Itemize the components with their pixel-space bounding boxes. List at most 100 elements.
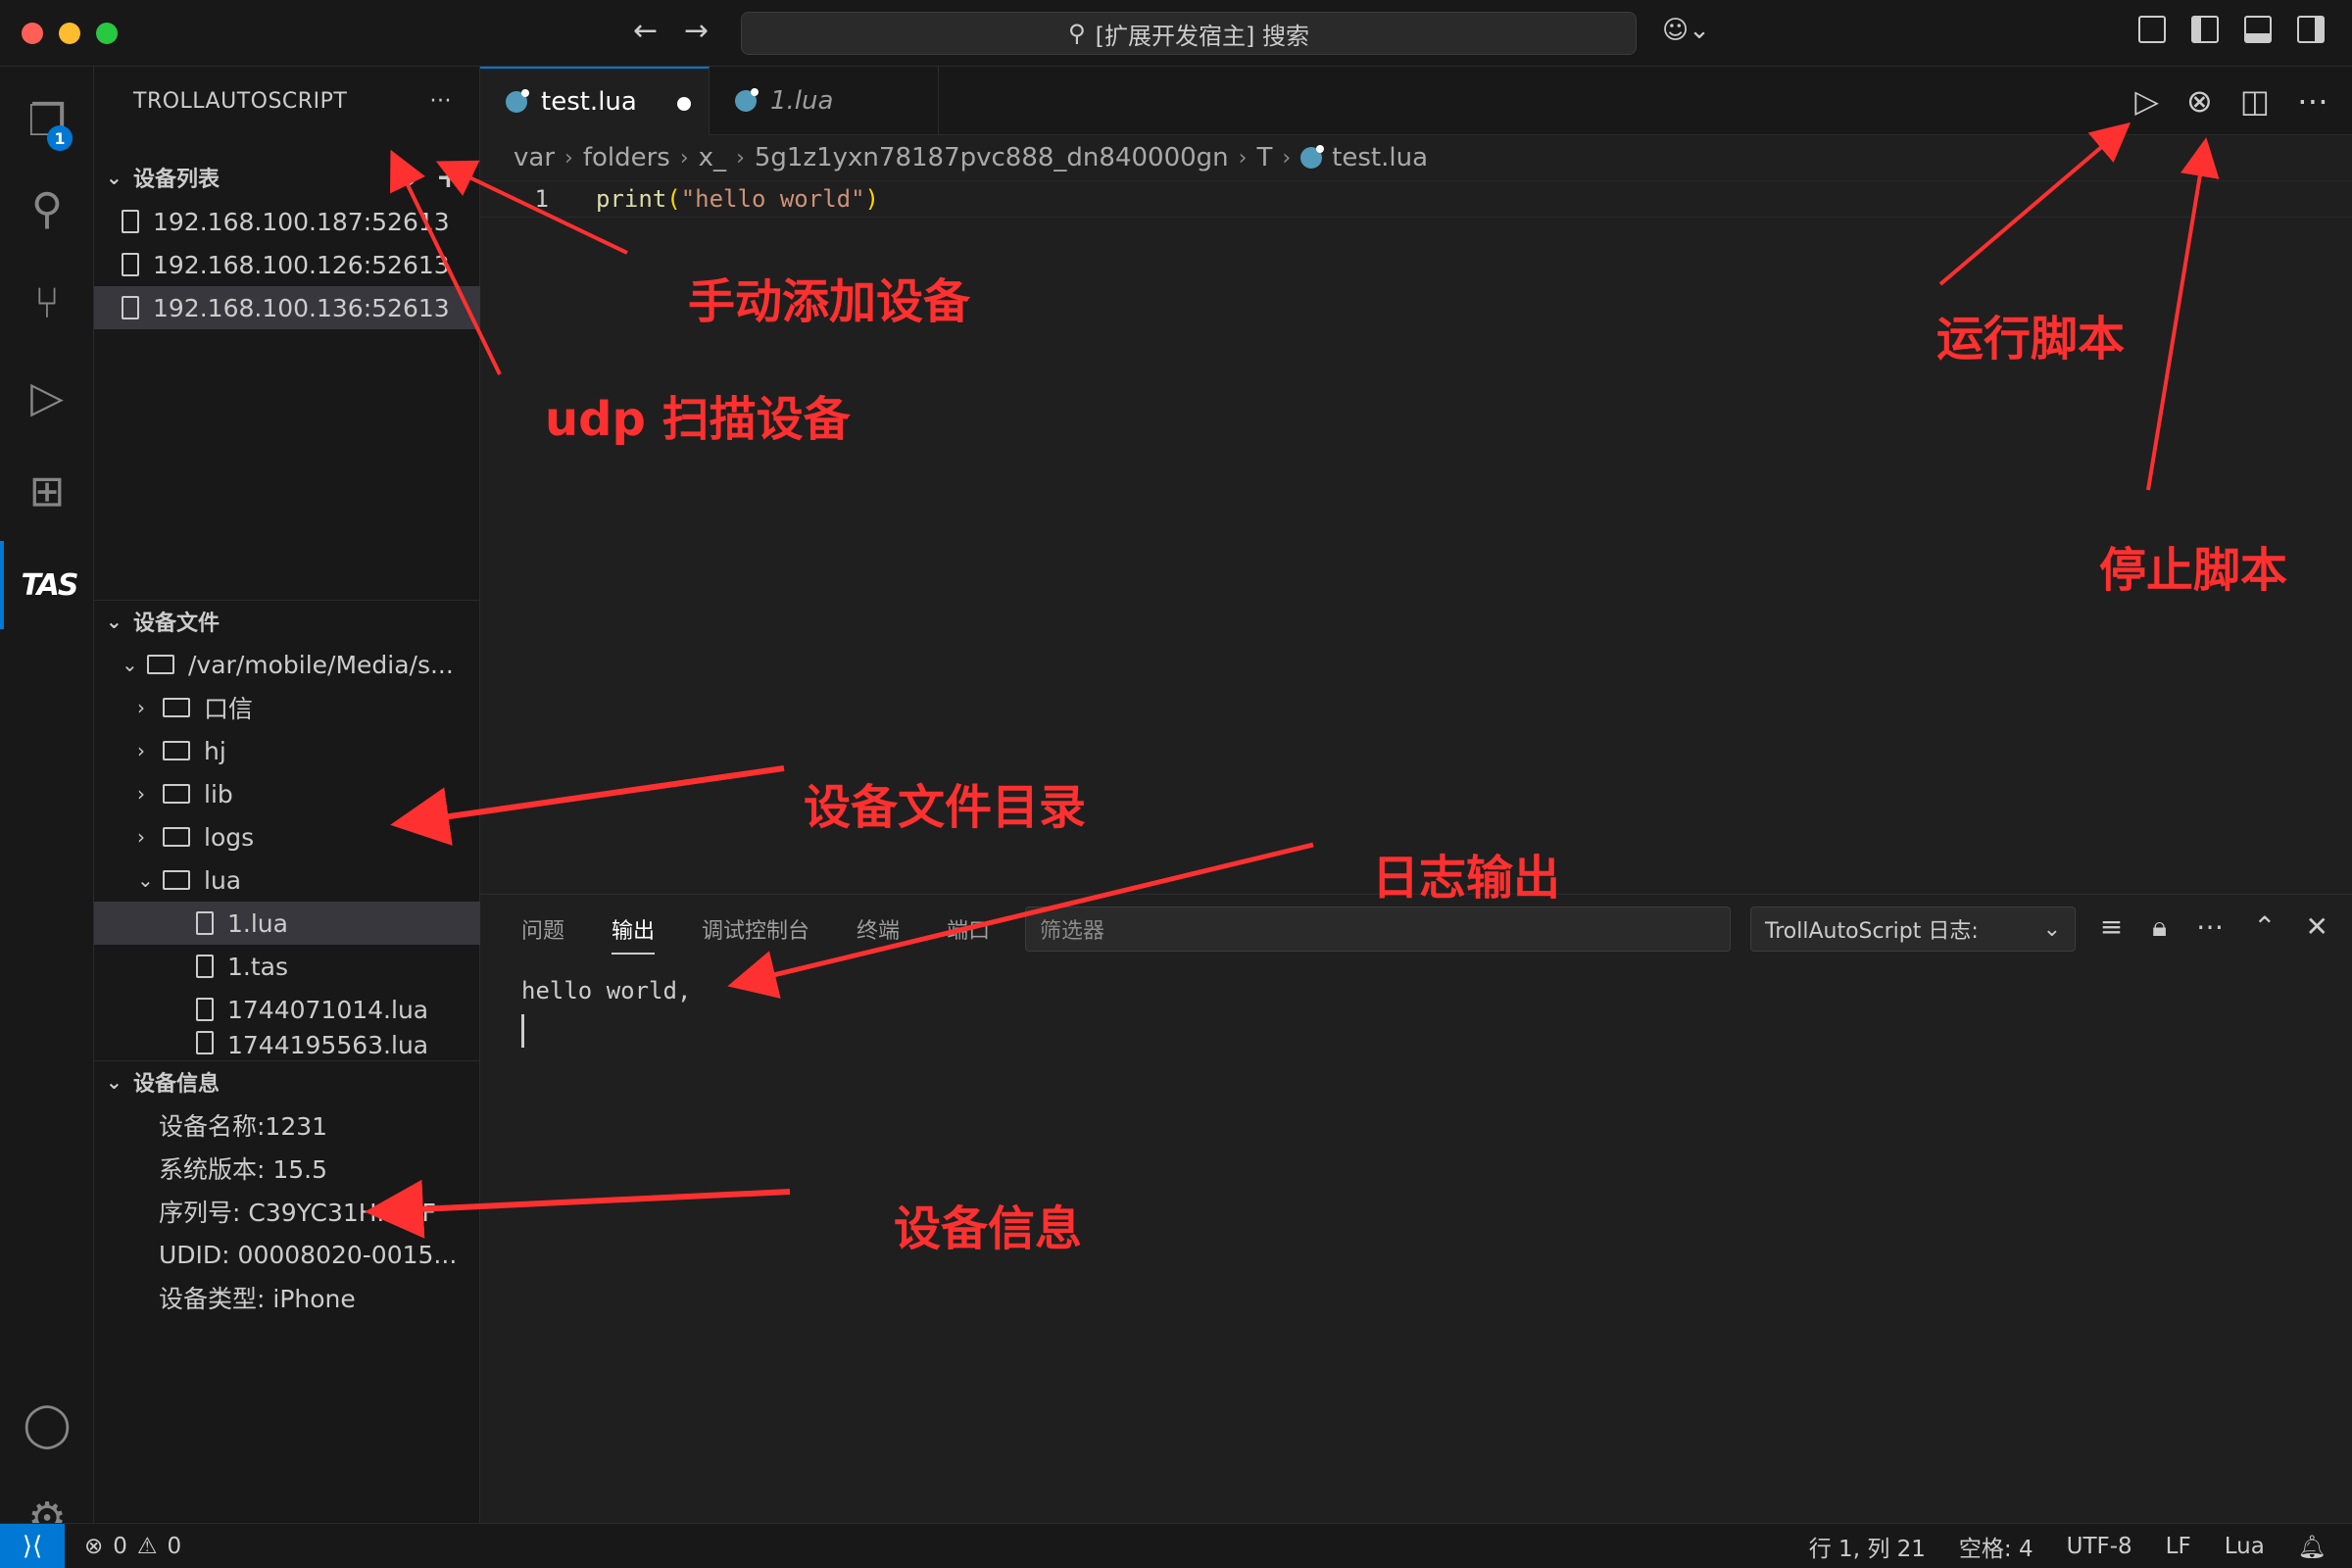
sidebar-more-icon[interactable]: ··· [430,89,452,114]
command-center-search[interactable]: ⚲ [扩展开发宿主] 搜索 [741,12,1637,55]
folder-label: lua [204,865,242,895]
device-files-header[interactable]: ⌄ 设备文件 [94,600,480,641]
code-function: print [596,185,667,213]
file-row[interactable]: 1.tas [94,945,480,988]
output-filter-input[interactable]: 筛选器 [1025,906,1731,952]
folder-row[interactable]: › hj [94,729,480,772]
tab-ports[interactable]: 端口 [947,913,990,945]
folder-icon [147,655,174,674]
chevron-right-icon: › [1282,145,1292,171]
tab-terminal[interactable]: 终端 [857,913,900,945]
tab-test-lua[interactable]: test.lua [480,67,710,135]
folder-row[interactable]: ⌄ lua [94,858,480,902]
output-channel-select[interactable]: TrollAutoScript 日志: ⌄ [1750,906,2076,952]
maximize-window-button[interactable] [96,23,118,44]
error-count: 0 [113,1533,127,1559]
command-center-label: [扩展开发宿主] 搜索 [1095,22,1309,50]
breadcrumb-item[interactable]: x_ [699,143,726,172]
info-row: 设备名称:1231 [94,1103,480,1147]
clear-output-icon[interactable]: ≡ [2100,910,2123,944]
code-paren: ) [864,185,879,213]
breadcrumb-item[interactable]: T [1256,143,1272,172]
file-row[interactable]: 1744071014.lua [94,988,480,1031]
remote-indicator-icon[interactable]: ⟩⟨ [0,1523,65,1568]
source-control-icon[interactable]: ⑂ [0,259,94,347]
forward-arrow-icon[interactable]: → [684,14,709,48]
minimize-window-button[interactable] [59,23,80,44]
annotation-device-info: 设备信息 [894,1201,1083,1256]
chevron-down-icon: ⌄ [122,653,138,676]
notifications-bell-icon[interactable]: 🔔︎ [2298,1534,2327,1560]
copilot-icon[interactable]: ☺⌄ [1662,16,1710,45]
end-of-line[interactable]: LF [2166,1534,2191,1559]
output-text: hello world, [521,977,692,1004]
info-label: 系统版本: 15.5 [159,1155,328,1184]
tab-label: test.lua [541,87,637,117]
code-paren: ( [666,185,681,213]
device-item[interactable]: 192.168.100.126:52613 [94,243,480,286]
tab-debug-console[interactable]: 调试控制台 [702,913,809,945]
file-row[interactable]: 1744195563.lua [94,1031,480,1060]
breadcrumb-item[interactable]: test.lua [1332,143,1428,172]
accounts-icon[interactable]: ◯ [0,1380,94,1468]
customize-layout-icon[interactable] [2138,16,2166,43]
problems-status[interactable]: ⊗ 0 ⚠ 0 [84,1534,181,1559]
device-list-header[interactable]: ⌄ 设备列表 ↻ + [94,157,480,198]
code-line[interactable]: 1 print("hello world") [480,180,2352,218]
close-panel-icon[interactable]: ✕ [2306,910,2328,944]
run-script-icon[interactable]: ▷ [2134,82,2159,120]
more-actions-icon[interactable]: ⋯ [2297,82,2328,120]
indentation[interactable]: 空格: 4 [1959,1530,2034,1563]
folder-label: /var/mobile/Media/s... [188,650,454,679]
cursor-position[interactable]: 行 1, 列 21 [1809,1530,1926,1563]
breadcrumb-item[interactable]: 5g1z1yxn78187pvc888_dn840000gn [755,143,1229,172]
extensions-icon[interactable]: ⊞ [0,447,94,535]
error-icon: ⊗ [84,1533,104,1559]
breadcrumb-item[interactable]: var [514,143,555,172]
file-row[interactable]: 1.lua [94,902,480,945]
maximize-panel-icon[interactable]: ⌃ [2253,910,2276,944]
toggle-panel-icon[interactable] [2244,16,2272,43]
chevron-down-icon: ⌄ [106,1069,122,1094]
folder-row[interactable]: › logs [94,815,480,858]
editor-tabs: test.lua 1.lua [480,67,2352,135]
toggle-sidebar-icon[interactable] [2191,16,2219,43]
folder-row[interactable]: ⌄ /var/mobile/Media/s... [94,643,480,686]
chevron-right-icon: › [137,739,145,762]
language-mode[interactable]: Lua [2225,1534,2265,1559]
device-item[interactable]: 192.168.100.136:52613 [94,286,480,329]
encoding[interactable]: UTF-8 [2067,1534,2132,1559]
folder-icon [163,827,190,847]
explorer-icon[interactable]: ❐ 1 [0,76,94,165]
search-icon[interactable]: ⚲ [0,165,94,253]
trollautoscript-icon[interactable]: TAS [0,541,94,629]
status-bar: ⟩⟨ ⊗ 0 ⚠ 0 行 1, 列 21 空格: 4 UTF-8 LF Lua … [0,1523,2352,1568]
stop-script-icon[interactable]: ⊗ [2186,82,2213,120]
code-text[interactable]: print("hello world") [563,185,879,213]
folder-row[interactable]: › 口信 [94,686,480,729]
tab-1-lua[interactable]: 1.lua [710,67,939,135]
channel-label: TrollAutoScript 日志: [1765,919,1979,944]
more-actions-icon[interactable]: ⋯ [2196,910,2224,944]
unsaved-dot-icon[interactable] [677,97,691,111]
folder-row[interactable]: › lib [94,772,480,815]
close-window-button[interactable] [22,23,43,44]
lock-scroll-icon[interactable]: 🔒︎ [2152,910,2167,944]
annotation-add-device: 手动添加设备 [688,274,971,329]
file-icon [196,1031,214,1054]
info-row: UDID: 00008020-0015... [94,1233,480,1276]
back-arrow-icon[interactable]: ← [633,14,658,48]
run-debug-icon[interactable]: ▷ [0,353,94,441]
chevron-down-icon: ⌄ [106,609,122,633]
device-item[interactable]: 192.168.100.187:52613 [94,200,480,243]
file-icon [196,911,214,935]
tab-output[interactable]: 输出 [612,913,656,955]
breadcrumb-item[interactable]: folders [583,143,670,172]
add-icon[interactable]: + [436,161,461,195]
toggle-secondary-sidebar-icon[interactable] [2297,16,2325,43]
chevron-right-icon: › [137,782,145,806]
split-editor-icon[interactable]: ◫ [2240,82,2270,120]
refresh-icon[interactable]: ↻ [394,161,418,195]
tab-problems[interactable]: 问题 [521,913,564,945]
device-info-header[interactable]: ⌄ 设备信息 [94,1060,480,1102]
